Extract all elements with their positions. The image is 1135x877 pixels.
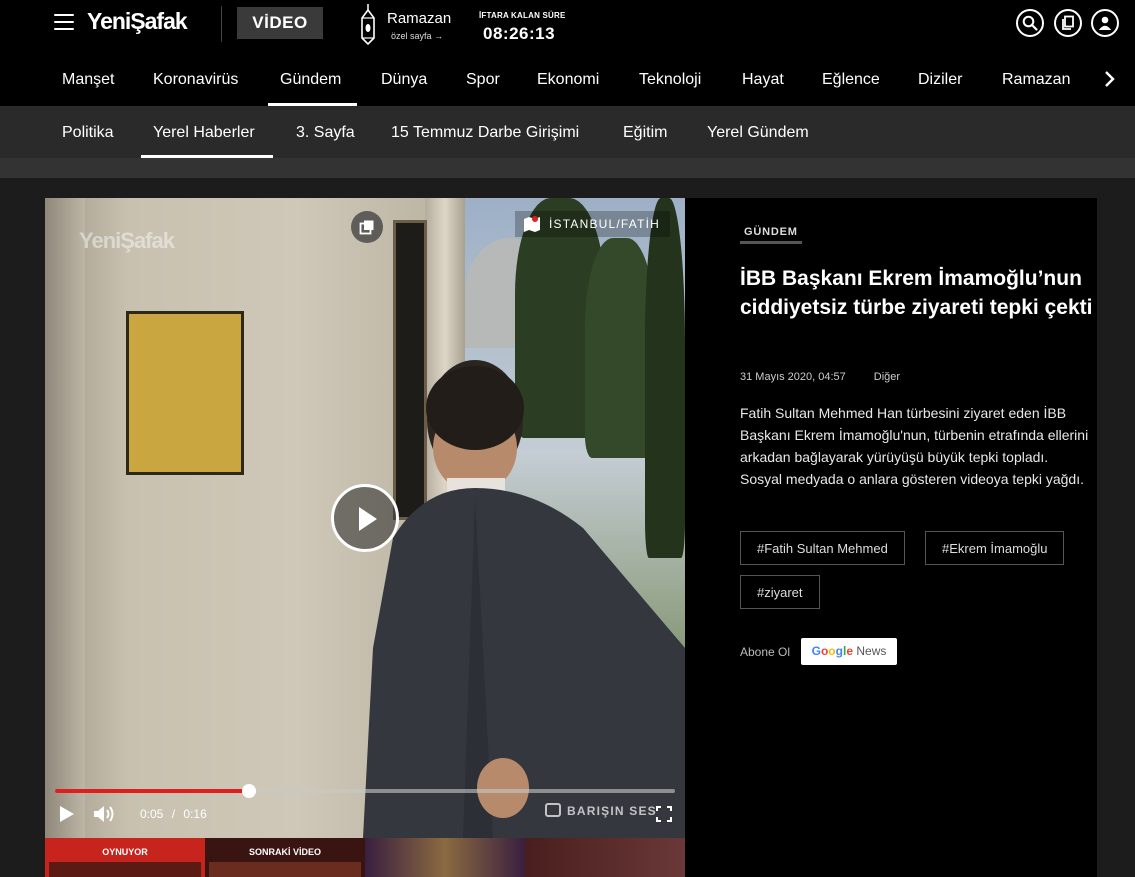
playlist-item-next-video[interactable]: SONRAKİ VİDEO bbox=[205, 838, 365, 877]
tag-ekrem-imamoglu[interactable]: #Ekrem İmamoğlu bbox=[925, 531, 1065, 565]
playlist-item[interactable] bbox=[365, 838, 525, 877]
time-separator: / bbox=[171, 807, 176, 821]
subscribe-label: Abone Ol bbox=[740, 645, 791, 659]
nav-item-ramazan[interactable]: Ramazan bbox=[1002, 52, 1070, 106]
search-icon[interactable] bbox=[1016, 9, 1044, 37]
bookmark-icon[interactable] bbox=[1054, 9, 1082, 37]
nav-item-ekonomi[interactable]: Ekonomi bbox=[537, 52, 599, 106]
video-player[interactable]: YeniŞafak İSTANBUL/FATİH 0:05 / 0:16 BAR… bbox=[45, 198, 685, 838]
tag-ziyaret[interactable]: #ziyaret bbox=[740, 575, 820, 609]
playlist-item[interactable] bbox=[525, 838, 685, 877]
nav-item-diziler[interactable]: Diziler bbox=[918, 52, 962, 106]
progress-handle[interactable] bbox=[241, 784, 256, 798]
subnav-item-3-sayfa[interactable]: 3. Sayfa bbox=[296, 106, 355, 158]
play-icon[interactable] bbox=[59, 805, 75, 823]
article-source: Diğer bbox=[873, 371, 901, 383]
iftar-countdown-label: İFTARA KALAN SÜRE bbox=[479, 11, 566, 20]
nav-item-manset[interactable]: Manşet bbox=[62, 52, 114, 106]
article-meta: 31 Mayıs 2020, 04:57 Diğer bbox=[740, 371, 900, 383]
progress-fill bbox=[55, 789, 249, 793]
subnav-item-yerel-haberler[interactable]: Yerel Haberler bbox=[153, 106, 255, 158]
subnav-item-politika[interactable]: Politika bbox=[62, 106, 114, 158]
duration: 0:16 bbox=[183, 807, 207, 821]
map-icon bbox=[524, 216, 540, 232]
nav-item-hayat[interactable]: Hayat bbox=[742, 52, 784, 106]
nav-item-eglence[interactable]: Eğlence bbox=[822, 52, 880, 106]
video-frame-person bbox=[363, 360, 685, 838]
subnav-item-egitim[interactable]: Eğitim bbox=[623, 106, 667, 158]
playlist-thumbnail bbox=[49, 862, 201, 877]
play-icon bbox=[359, 507, 377, 531]
current-time: 0:05 bbox=[140, 807, 164, 821]
playback-time: 0:05 / 0:16 bbox=[140, 807, 207, 821]
sub-navigation: Politika Yerel Haberler 3. Sayfa 15 Temm… bbox=[0, 106, 1135, 158]
divider bbox=[221, 6, 222, 42]
user-icon[interactable] bbox=[1091, 9, 1119, 37]
channel-watermark-text: BARIŞIN SES bbox=[567, 804, 657, 818]
video-frame-wall-edge bbox=[45, 198, 85, 838]
fullscreen-icon[interactable] bbox=[656, 806, 672, 822]
channel-watermark: BARIŞIN SES bbox=[545, 803, 657, 818]
ramazan-special-page-link[interactable]: özel sayfa → bbox=[391, 31, 443, 41]
nav-item-gundem[interactable]: Gündem bbox=[280, 52, 341, 106]
playlist-thumbnail bbox=[525, 838, 685, 877]
playlist-item-now-playing[interactable]: OYNUYOR bbox=[45, 838, 205, 877]
nav-item-teknoloji[interactable]: Teknoloji bbox=[639, 52, 701, 106]
lantern-icon bbox=[361, 4, 375, 46]
picture-in-picture-icon bbox=[359, 220, 374, 235]
article-date: 31 Mayıs 2020, 04:57 bbox=[740, 371, 846, 383]
chevron-right-icon[interactable] bbox=[1102, 69, 1116, 89]
location-text: İSTANBUL/FATİH bbox=[549, 217, 661, 231]
subnav-item-yerel-gundem[interactable]: Yerel Gündem bbox=[707, 106, 809, 158]
video-frame-plaque bbox=[126, 311, 244, 475]
google-news-logo: Google bbox=[811, 644, 854, 658]
now-playing-label: OYNUYOR bbox=[102, 847, 148, 857]
tag-fatih-sultan-mehmed[interactable]: #Fatih Sultan Mehmed bbox=[740, 531, 905, 565]
google-news-text: News bbox=[856, 644, 887, 658]
picture-in-picture-button[interactable] bbox=[351, 211, 383, 243]
google-news-button[interactable]: Google News bbox=[801, 638, 897, 665]
site-logo[interactable]: YeniŞafak bbox=[87, 8, 188, 35]
ramazan-title[interactable]: Ramazan bbox=[387, 10, 451, 27]
top-bar: YeniŞafak VİDEO Ramazan özel sayfa → İFT… bbox=[0, 0, 1135, 52]
subnav-item-15-temmuz[interactable]: 15 Temmuz Darbe Girişimi bbox=[391, 106, 579, 158]
article-panel: GÜNDEM İBB Başkanı Ekrem İmamoğlu’nun ci… bbox=[685, 198, 1097, 877]
video-channel-icon bbox=[545, 803, 561, 817]
watermark-logo: YeniŞafak bbox=[79, 228, 175, 253]
progress-bar[interactable] bbox=[55, 784, 675, 798]
volume-icon[interactable] bbox=[93, 804, 117, 824]
iftar-countdown-time: 08:26:13 bbox=[483, 24, 556, 43]
location-badge: İSTANBUL/FATİH bbox=[515, 211, 671, 237]
nav-item-dunya[interactable]: Dünya bbox=[381, 52, 427, 106]
playlist-thumbnail bbox=[209, 862, 361, 877]
article-title: İBB Başkanı Ekrem İmamoğlu’nun ciddiyets… bbox=[740, 267, 1093, 319]
article-description: Fatih Sultan Mehmed Han türbesini ziyare… bbox=[740, 405, 1089, 487]
main-navigation: Manşet Koronavirüs Gündem Dünya Spor Eko… bbox=[0, 52, 1135, 106]
big-play-button[interactable] bbox=[331, 484, 399, 552]
nav-item-koronavirus[interactable]: Koronavirüs bbox=[153, 52, 238, 106]
playlist-thumbnail bbox=[365, 838, 525, 877]
category-badge[interactable]: GÜNDEM bbox=[740, 220, 802, 244]
menu-icon[interactable] bbox=[54, 14, 74, 30]
next-video-label: SONRAKİ VİDEO bbox=[248, 847, 321, 857]
video-button[interactable]: VİDEO bbox=[237, 7, 323, 39]
separator-strip bbox=[0, 158, 1135, 178]
nav-item-spor[interactable]: Spor bbox=[466, 52, 500, 106]
